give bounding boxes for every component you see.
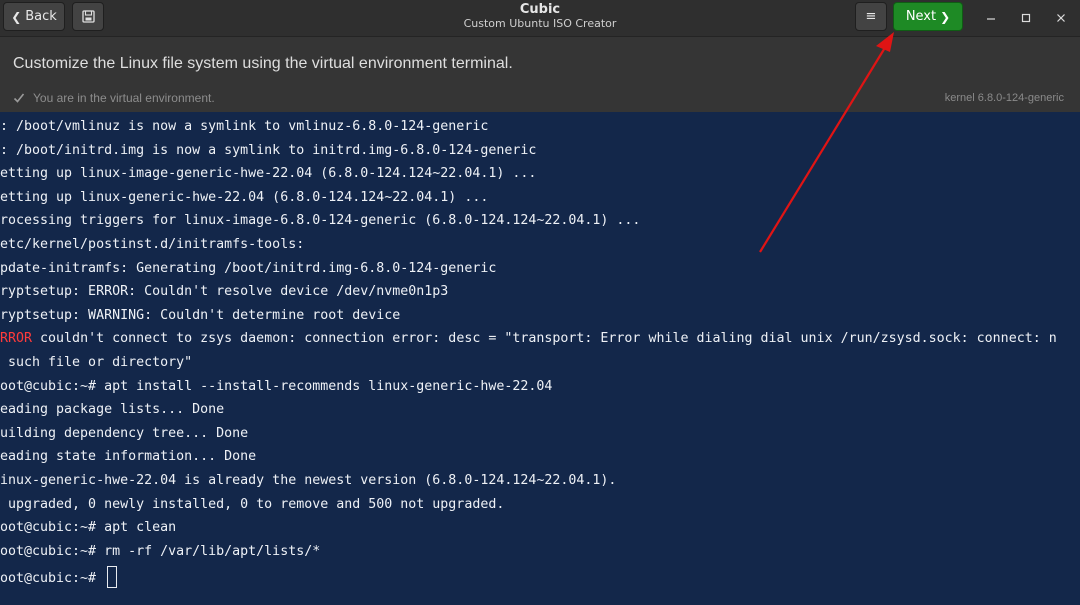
back-button[interactable]: ❮ Back — [3, 2, 65, 31]
maximize-button[interactable] — [1016, 8, 1036, 28]
checkmark-icon — [13, 93, 25, 103]
page-heading: Customize the Linux file system using th… — [13, 55, 513, 72]
title-bar: ❮ Back Cubic Custom Ubuntu ISO Creator ≡… — [0, 0, 1080, 37]
next-button[interactable]: Next ❯ — [893, 2, 963, 31]
terminal-line: eading package lists... Done — [0, 402, 225, 417]
terminal-line: etting up linux-image-generic-hwe-22.04 … — [0, 166, 537, 181]
terminal-line: inux-generic-hwe-22.04 is already the ne… — [0, 473, 617, 488]
terminal-line: ryptsetup: WARNING: Couldn't determine r… — [0, 308, 401, 323]
status-text: You are in the virtual environment. — [33, 91, 215, 105]
page-header: Customize the Linux file system using th… — [0, 37, 1080, 112]
terminal-line: : /boot/initrd.img is now a symlink to i… — [0, 143, 537, 158]
terminal[interactable]: : /boot/vmlinuz is now a symlink to vmli… — [0, 112, 1080, 605]
terminal-line: : /boot/vmlinuz is now a symlink to vmli… — [0, 119, 489, 134]
terminal-line: oot@cubic:~# apt clean — [0, 520, 177, 535]
back-button-label: Back — [25, 9, 57, 24]
save-icon — [81, 10, 95, 23]
terminal-line: oot@cubic:~# apt install --install-recom… — [0, 379, 553, 394]
chevron-right-icon: ❯ — [940, 9, 951, 24]
terminal-line: uilding dependency tree... Done — [0, 426, 249, 441]
terminal-line: etc/kernel/postinst.d/initramfs-tools: — [0, 237, 305, 252]
next-button-label: Next — [905, 9, 937, 24]
close-button[interactable] — [1051, 8, 1071, 28]
kernel-version: kernel 6.8.0-124-generic — [944, 92, 1064, 104]
menu-button[interactable]: ≡ — [855, 2, 887, 31]
minimize-icon — [987, 18, 995, 20]
save-button[interactable] — [72, 2, 104, 31]
terminal-line: pdate-initramfs: Generating /boot/initrd… — [0, 261, 497, 276]
terminal-line: eading state information... Done — [0, 449, 257, 464]
close-icon — [1057, 14, 1065, 22]
terminal-cursor — [107, 566, 118, 588]
hamburger-menu-icon: ≡ — [865, 9, 877, 24]
terminal-line: such file or directory" — [0, 355, 193, 370]
terminal-line: etting up linux-generic-hwe-22.04 (6.8.0… — [0, 190, 489, 205]
terminal-line: rocessing triggers for linux-image-6.8.0… — [0, 213, 641, 228]
terminal-line: ryptsetup: ERROR: Couldn't resolve devic… — [0, 284, 449, 299]
chevron-left-icon: ❮ — [11, 9, 22, 24]
terminal-error-line: RROR couldn't connect to zsys daemon: co… — [0, 330, 1057, 348]
error-message: couldn't connect to zsys daemon: connect… — [32, 331, 1057, 346]
terminal-line: oot@cubic:~# rm -rf /var/lib/apt/lists/* — [0, 544, 321, 559]
environment-status: You are in the virtual environment. — [13, 91, 215, 105]
terminal-line: upgraded, 0 newly installed, 0 to remove… — [0, 497, 505, 512]
minimize-button[interactable] — [981, 8, 1001, 28]
maximize-icon — [1021, 13, 1031, 23]
terminal-prompt-line[interactable]: oot@cubic:~# — [0, 566, 118, 588]
error-prefix: RROR — [0, 331, 33, 346]
terminal-prompt: oot@cubic:~# — [0, 571, 105, 586]
